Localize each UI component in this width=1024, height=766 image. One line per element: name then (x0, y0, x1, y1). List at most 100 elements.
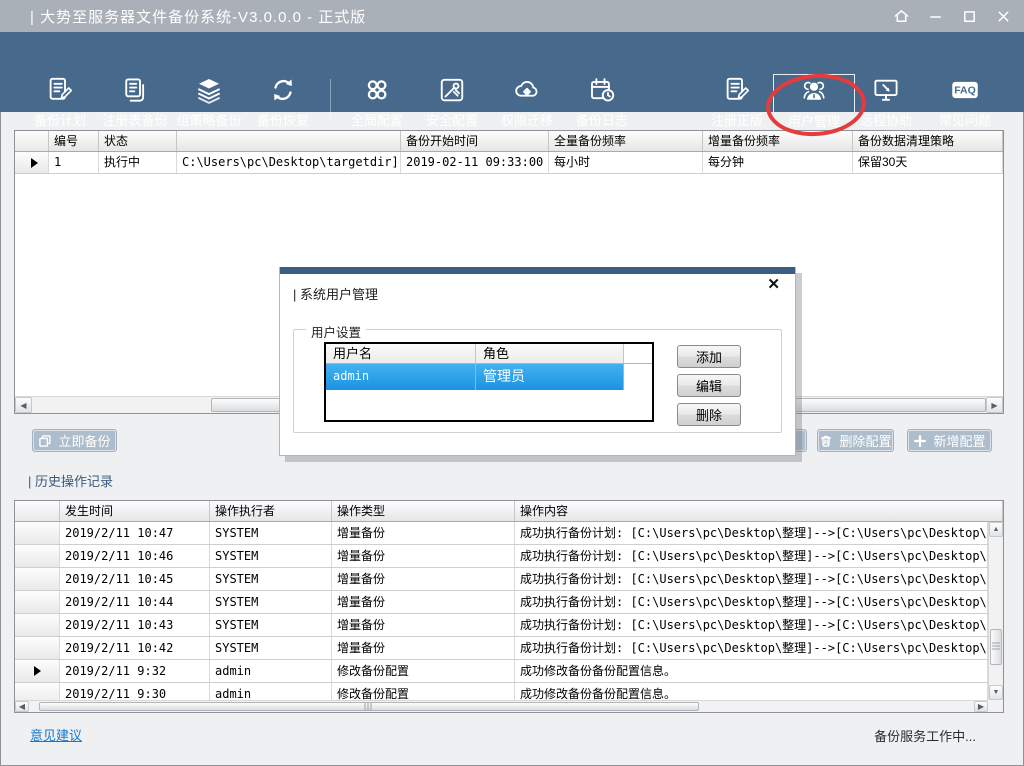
history-section-title: | 历史操作记录 (28, 471, 113, 490)
row-selector (15, 152, 49, 173)
column-header: 备份开始时间 (401, 131, 549, 151)
scroll-right-arrow[interactable]: ▶ (986, 397, 1003, 413)
table-row[interactable]: 2019/2/11 10:46SYSTEM增量备份成功执行备份计划: [C:\U… (15, 545, 988, 568)
button-label: 新增配置 (933, 431, 985, 450)
column-header: 状态 (99, 131, 177, 151)
add-config-button[interactable]: 新增配置 (907, 429, 992, 452)
table-row[interactable]: 2019/2/11 10:42SYSTEM增量备份成功执行备份计划: [C:\U… (15, 637, 988, 660)
table-cell: C:\Users\pc\Desktop\targetdir] (177, 152, 401, 173)
home-icon[interactable] (893, 8, 910, 25)
toolbar-item-label: 权限迁移 (501, 110, 553, 129)
column-header (15, 501, 60, 521)
table-cell: 增量备份 (332, 568, 515, 590)
history-table-vscrollbar[interactable]: ▲ ▼ (988, 522, 1003, 700)
toolbar-item-remote-assist[interactable]: 远程协助 (845, 74, 927, 132)
table-cell: 2019-02-11 09:33:00 (401, 152, 549, 173)
scroll-left-arrow[interactable]: ◀ (15, 701, 29, 712)
table-row[interactable]: 2019/2/11 9:30admin修改备份配置成功修改备份备份配置信息。 (15, 683, 988, 700)
toolbar-item-global-config[interactable]: 全局配置 (336, 74, 418, 132)
column-header: 增量备份频率 (703, 131, 853, 151)
user-table-row-selected[interactable]: admin 管理员 (326, 364, 652, 390)
table-cell: 2019/2/11 9:32 (60, 660, 210, 682)
scroll-up-arrow[interactable]: ▲ (989, 522, 1003, 537)
scroll-down-arrow[interactable]: ▼ (989, 685, 1003, 700)
table-cell: 2019/2/11 10:47 (60, 522, 210, 544)
user-management-icon (799, 75, 829, 106)
table-row[interactable]: 2019/2/11 10:45SYSTEM增量备份成功执行备份计划: [C:\U… (15, 568, 988, 591)
table-row[interactable]: 1 执行中 C:\Users\pc\Desktop\targetdir] 201… (15, 152, 1003, 174)
table-cell: admin (210, 683, 332, 700)
edit-user-button[interactable]: 编辑 (677, 374, 741, 397)
backup-now-button[interactable]: 立即备份 (32, 429, 117, 452)
scroll-thumb[interactable] (990, 629, 1002, 665)
toolbar-item-label: 备份日志 (576, 110, 628, 129)
dialog-close-button[interactable]: ✕ (767, 277, 780, 292)
toolbar-divider (330, 79, 331, 121)
table-cell: 修改备份配置 (332, 683, 515, 700)
table-cell: 成功执行备份计划: [C:\Users\pc\Desktop\整理]-->[C:… (515, 591, 988, 613)
trash-icon (819, 434, 833, 448)
feedback-link[interactable]: 意见建议 (30, 725, 82, 744)
add-user-button[interactable]: 添加 (677, 345, 741, 368)
delete-user-button[interactable]: 删除 (677, 403, 741, 426)
scroll-track[interactable] (989, 537, 1003, 685)
toolbar-item-register-genuine[interactable]: 注册正版 (696, 74, 778, 132)
table-row[interactable]: 2019/2/11 10:47SYSTEM增量备份成功执行备份计划: [C:\U… (15, 522, 988, 545)
history-table-hscrollbar[interactable]: ◀ ▶ (15, 700, 988, 712)
table-cell: 增量备份 (332, 614, 515, 636)
toolbar-item-label: 组策略备份 (176, 110, 241, 129)
user-management-dialog: | 系统用户管理 ✕ 用户设置 用户名 角色 admin 管理员 添加 编辑 删… (279, 267, 796, 456)
toolbar-item-permission-migrate[interactable]: 权限迁移 (486, 74, 568, 132)
table-cell: 2019/2/11 10:42 (60, 637, 210, 659)
delete-config-button[interactable]: 删除配置 (817, 429, 894, 452)
scroll-right-arrow[interactable]: ▶ (974, 701, 988, 712)
row-selector (15, 683, 60, 700)
table-cell: 成功执行备份计划: [C:\Users\pc\Desktop\整理]-->[C:… (515, 522, 988, 544)
column-header: 操作类型 (332, 501, 515, 521)
row-indicator-icon (34, 666, 41, 676)
toolbar-item-faq[interactable]: FAQ 常见问题 (924, 74, 1006, 132)
row-selector (15, 614, 60, 636)
main-toolbar: 备份计划 注册表备份 组策略备份 备份恢复 全局配置 安全配置 (0, 32, 1024, 112)
dialog-title: | 系统用户管理 (293, 284, 378, 303)
groupbox-label: 用户设置 (306, 322, 366, 341)
button-label: 删除配置 (839, 431, 891, 450)
column-header: 发生时间 (60, 501, 210, 521)
history-table: 发生时间 操作执行者 操作类型 操作内容 2019/2/11 10:47SYST… (14, 500, 1004, 713)
row-selector (15, 568, 60, 590)
table-cell: 成功执行备份计划: [C:\Users\pc\Desktop\整理]-->[C:… (515, 637, 988, 659)
toolbar-item-user-management[interactable]: 用户管理 (773, 74, 855, 132)
remote-assist-icon (871, 74, 901, 105)
table-row[interactable]: 2019/2/11 10:43SYSTEM增量备份成功执行备份计划: [C:\U… (15, 614, 988, 637)
close-button[interactable] (995, 8, 1012, 25)
user-table: 用户名 角色 admin 管理员 (324, 342, 654, 422)
toolbar-item-backup-plan[interactable]: 备份计划 (19, 74, 101, 132)
column-header: 操作内容 (515, 501, 1003, 521)
copy-icon (38, 434, 52, 448)
maximize-button[interactable] (961, 8, 978, 25)
table-row[interactable]: 2019/2/11 10:44SYSTEM增量备份成功执行备份计划: [C:\U… (15, 591, 988, 614)
scroll-thumb[interactable] (39, 702, 699, 711)
table-cell: SYSTEM (210, 591, 332, 613)
table-cell: 增量备份 (332, 522, 515, 544)
table-cell: SYSTEM (210, 637, 332, 659)
toolbar-item-security-config[interactable]: 安全配置 (411, 74, 493, 132)
scroll-left-arrow[interactable]: ◀ (15, 397, 32, 413)
scroll-track[interactable] (29, 701, 974, 712)
table-row[interactable]: 2019/2/11 9:32admin修改备份配置成功修改备份备份配置信息。 (15, 660, 988, 683)
toolbar-item-group-policy-backup[interactable]: 组策略备份 (168, 74, 250, 132)
window-controls (893, 0, 1012, 32)
table-cell: 成功执行备份计划: [C:\Users\pc\Desktop\整理]-->[C:… (515, 614, 988, 636)
minimize-button[interactable] (927, 8, 944, 25)
column-header (15, 131, 49, 151)
table-cell: admin (210, 660, 332, 682)
title-bar: | 大势至服务器文件备份系统-V3.0.0.0 - 正式版 (0, 0, 1024, 32)
backup-plan-icon (45, 74, 75, 105)
register-genuine-icon (722, 74, 752, 105)
toolbar-item-backup-log[interactable]: 备份日志 (561, 74, 643, 132)
column-header: 用户名 (326, 344, 476, 363)
toolbar-item-backup-restore[interactable]: 备份恢复 (242, 74, 324, 132)
toolbar-item-registry-backup[interactable]: 注册表备份 (94, 74, 176, 132)
scrollbar-corner (988, 700, 1003, 712)
row-selector (15, 637, 60, 659)
